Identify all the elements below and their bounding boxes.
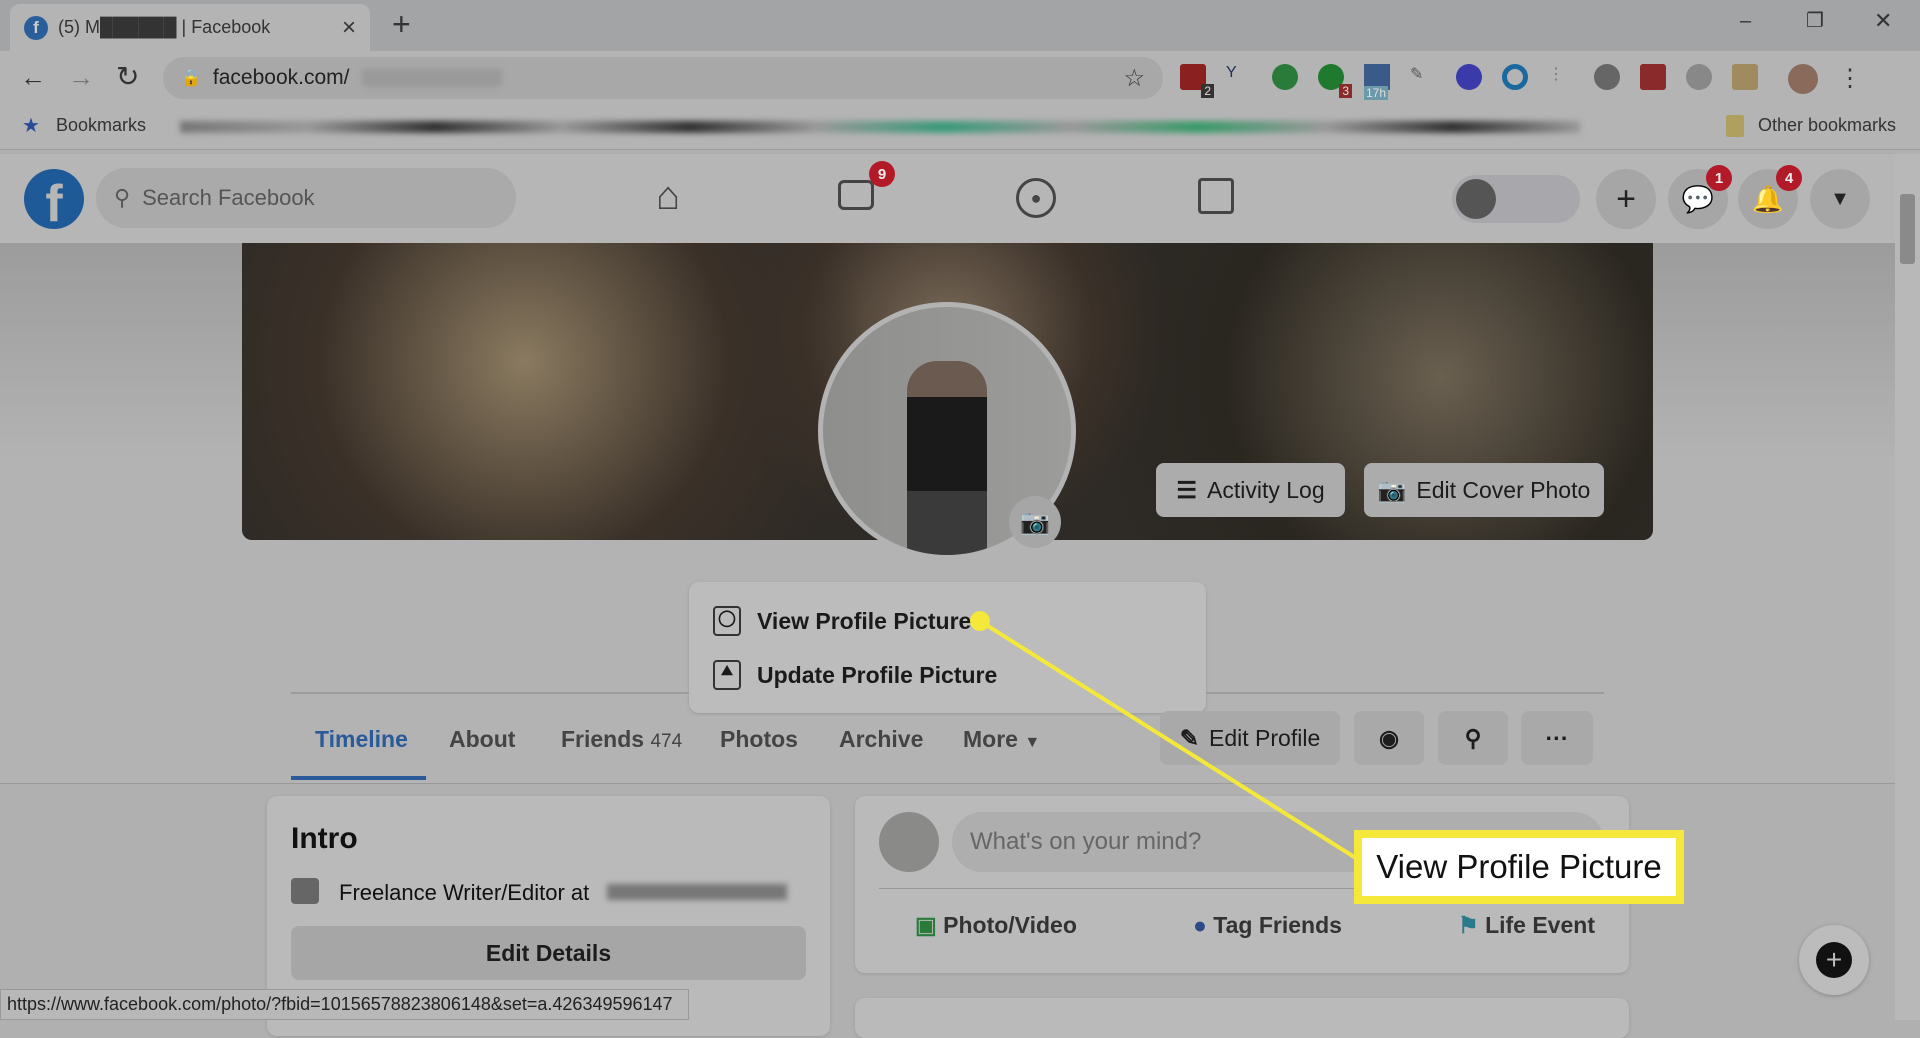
callout-label: View Profile Picture xyxy=(1354,830,1684,904)
